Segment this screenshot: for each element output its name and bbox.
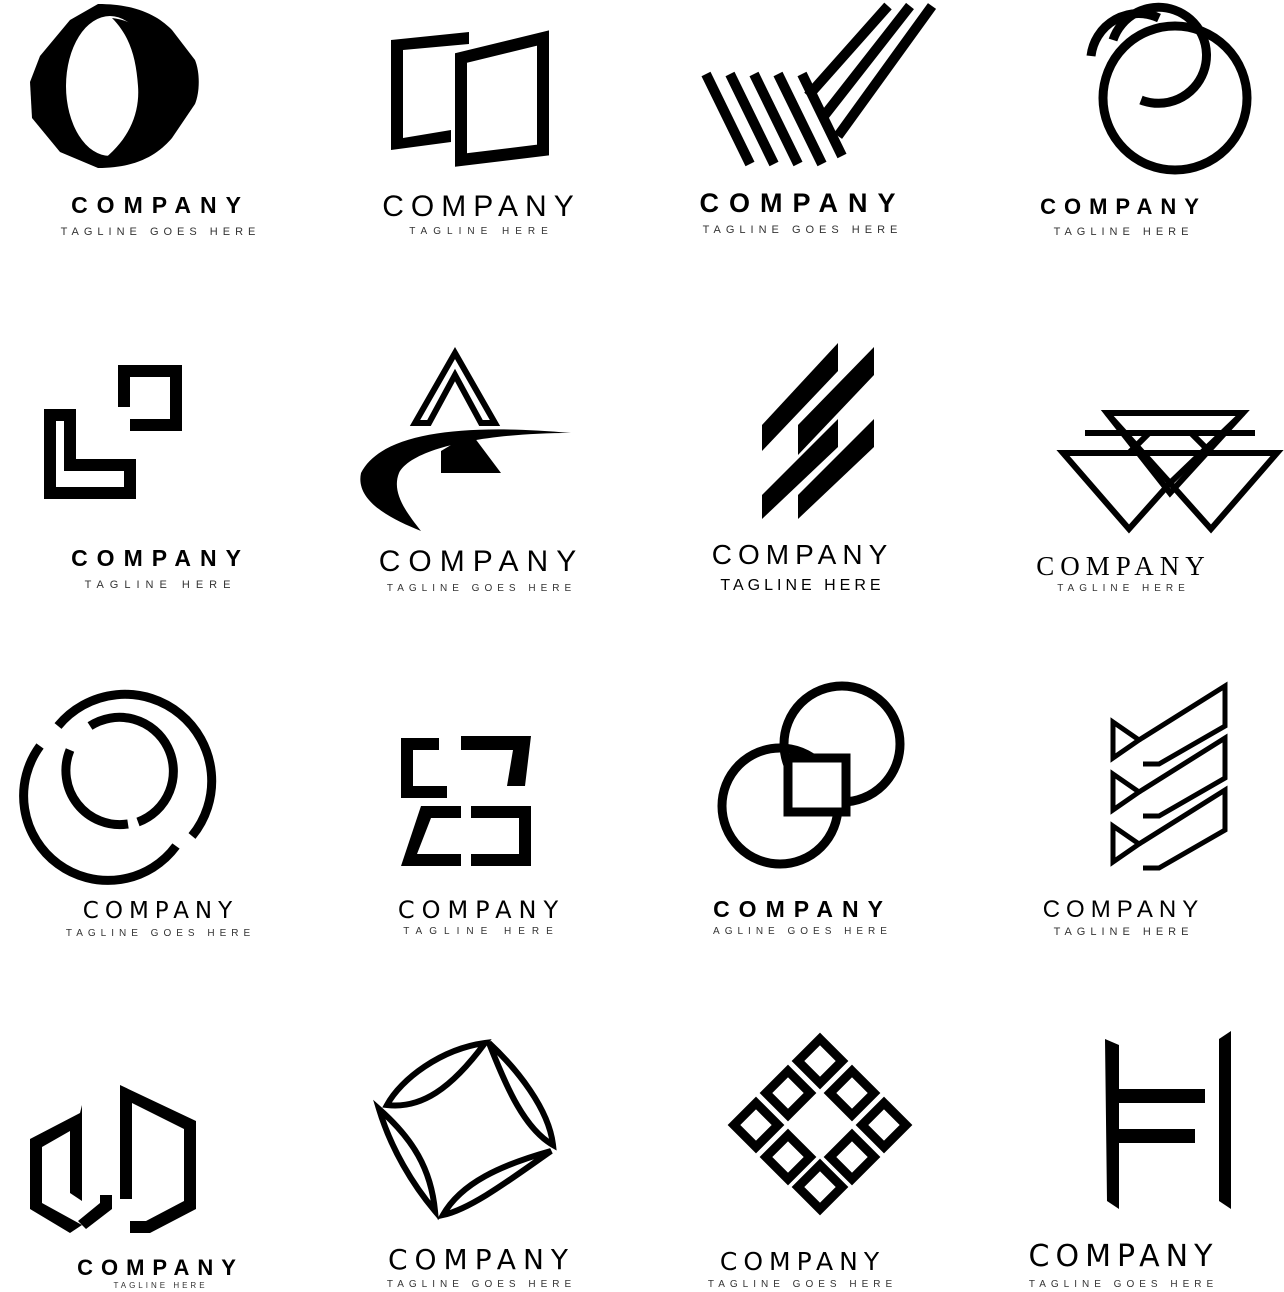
company-name: COMPANY xyxy=(71,192,250,218)
company-name: COMPANY xyxy=(71,545,250,571)
interlocking-circles-icon xyxy=(1086,2,1252,175)
tagline: TAGLINE GOES HERE xyxy=(65,928,256,939)
leaf-diamond-icon xyxy=(373,1039,557,1221)
logo-card: COMPANY TAGLINE HERE xyxy=(963,323,1284,646)
company-name: COMPANY xyxy=(1028,1239,1219,1274)
logo-grid: COMPANY TAGLINE GOES HERE COMPANY TAGLIN… xyxy=(0,0,1284,1292)
tagline: TAGLINE HERE xyxy=(1053,226,1194,238)
company-name: COMPANY xyxy=(382,190,581,223)
company-name: COMPANY xyxy=(719,1247,886,1276)
tagline: TAGLINE GOES HERE xyxy=(386,583,577,594)
triangle-grid-icon xyxy=(1056,410,1284,534)
logo-card: COMPANY TAGLINE GOES HERE xyxy=(963,969,1284,1292)
logo-card: COMPANY TAGLINE GOES HERE xyxy=(321,323,642,646)
logo-card: COMPANY AGLINE GOES HERE xyxy=(642,646,963,969)
tagline: TAGLINE GOES HERE xyxy=(707,1279,898,1290)
tagline: TAGLINE HERE xyxy=(113,1281,208,1290)
tagline: AGLINE GOES HERE xyxy=(713,926,892,937)
logo-card: COMPANY TAGLINE HERE xyxy=(0,323,321,646)
logo-card: COMPANY TAGLINE HERE xyxy=(963,646,1284,969)
broken-ring-icon xyxy=(19,689,217,885)
company-name: COMPANY xyxy=(397,896,566,924)
company-name: COMPANY xyxy=(1040,194,1207,219)
tagline: TAGLINE GOES HERE xyxy=(1028,1279,1219,1290)
tagline: TAGLINE HERE xyxy=(84,579,237,591)
tagline: TAGLINE HERE xyxy=(403,926,560,937)
company-name: COMPANY xyxy=(699,188,906,218)
company-name: COMPANY xyxy=(387,1243,576,1276)
logo-card: COMPANY TAGLINE GOES HERE xyxy=(642,969,963,1292)
logo-card: COMPANY TAGLINE HERE xyxy=(321,646,642,969)
tagline: TAGLINE HERE xyxy=(1057,583,1190,594)
tagline: TAGLINE HERE xyxy=(720,577,885,594)
company-name: COMPANY xyxy=(378,545,585,578)
striped-check-icon xyxy=(701,2,937,167)
rounded-o-icon xyxy=(30,4,199,168)
logo-card: COMPANY TAGLINE HERE xyxy=(0,969,321,1292)
company-name: COMPANY xyxy=(77,1255,244,1280)
logo-card: COMPANY TAGLINE HERE xyxy=(963,0,1284,323)
chevron-stack-icon xyxy=(1110,681,1228,871)
h-letter-icon xyxy=(1105,1031,1231,1209)
logo-card: COMPANY TAGLINE GOES HERE xyxy=(0,646,321,969)
company-name: COMPANY xyxy=(711,539,894,570)
logo-card: COMPANY TAGLINE GOES HERE xyxy=(321,969,642,1292)
logo-card: COMPANY TAGLINE HERE xyxy=(321,0,642,323)
mirrored-frames-icon xyxy=(401,736,531,866)
tagline: TAGLINE GOES HERE xyxy=(702,224,903,236)
tagline: TAGLINE HERE xyxy=(409,226,554,237)
linked-circles-icon xyxy=(717,681,905,869)
swoosh-a-icon xyxy=(360,346,571,531)
tagline: TAGLINE HERE xyxy=(1053,926,1194,938)
logo-card: COMPANY TAGLINE GOES HERE xyxy=(642,0,963,323)
tagline: TAGLINE GOES HERE xyxy=(60,226,261,238)
diamond-squares-icon xyxy=(727,1032,913,1216)
company-name: COMPANY xyxy=(1042,896,1205,923)
stepped-squares-icon xyxy=(44,365,182,499)
company-name: COMPANY xyxy=(713,896,892,922)
logo-card: COMPANY TAGLINE GOES HERE xyxy=(0,0,321,323)
hexagon-u-icon xyxy=(30,1085,196,1233)
company-name: COMPANY xyxy=(82,898,239,924)
logo-card: COMPANY TAGLINE HERE xyxy=(642,323,963,646)
company-name: COMPANY xyxy=(1036,551,1211,581)
tagline: TAGLINE GOES HERE xyxy=(386,1279,577,1290)
